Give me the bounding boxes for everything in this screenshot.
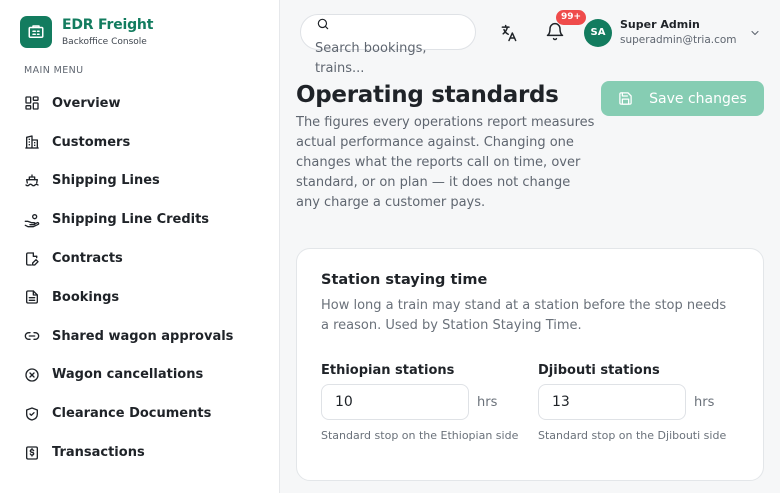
- sidebar-item-transactions[interactable]: Transactions: [0, 433, 280, 472]
- chevron-down-icon: [750, 30, 759, 35]
- field-hint: Standard stop on the Ethiopian side: [321, 429, 519, 442]
- search-input[interactable]: Search bookings, trains...: [315, 39, 465, 79]
- sidebar: EDR Freight Backoffice Console MAIN MENU…: [0, 0, 280, 493]
- brand-title: EDR Freight: [62, 17, 154, 33]
- building-icon: [24, 134, 40, 150]
- sidebar-item-contracts[interactable]: Contracts: [0, 239, 280, 278]
- avatar: SA: [584, 18, 612, 47]
- field-label: Ethiopian stations: [321, 363, 455, 378]
- sidebar-item-label: Shared wagon approvals: [52, 328, 234, 344]
- shield-check-icon: [24, 406, 40, 422]
- grid-icon: [24, 95, 40, 111]
- card-title: Station staying time: [321, 272, 488, 288]
- card-description: How long a train may stand at a station …: [321, 298, 727, 333]
- sidebar-item-label: Bookings: [52, 289, 120, 305]
- sidebar-item-label: Clearance Documents: [52, 406, 212, 422]
- sidebar-item-label: Overview: [52, 95, 121, 111]
- file-edit-icon: [24, 251, 40, 267]
- notification-badge: 99+: [556, 10, 587, 25]
- djibouti-stations-field: Djibouti stations hrs Standard stop on t…: [538, 362, 748, 444]
- field-unit: hrs: [694, 394, 715, 410]
- bell-icon[interactable]: [545, 22, 565, 42]
- save-icon: [619, 92, 632, 105]
- sidebar-item-wagon-cancellations[interactable]: Wagon cancellations: [0, 356, 280, 395]
- brand-subtitle: Backoffice Console: [62, 37, 147, 47]
- save-changes-button[interactable]: Save changes: [601, 81, 764, 116]
- user-menu[interactable]: SA Super Admin superadmin@tria.com: [584, 18, 761, 47]
- brand[interactable]: EDR Freight Backoffice Console: [20, 16, 153, 48]
- hand-coins-icon: [24, 212, 40, 228]
- ethiopian-stations-input[interactable]: [321, 384, 469, 420]
- user-name: Super Admin: [620, 18, 700, 31]
- sidebar-nav: Overview Customers Shipping Lines Shippi…: [0, 84, 280, 472]
- search-box[interactable]: Search bookings, trains...: [300, 14, 476, 76]
- djibouti-stations-input[interactable]: [538, 384, 686, 420]
- ship-icon: [24, 173, 40, 189]
- sidebar-item-customers[interactable]: Customers: [0, 123, 280, 162]
- sidebar-item-shipping-lines[interactable]: Shipping Lines: [0, 162, 280, 201]
- link-icon: [24, 328, 40, 344]
- file-text-icon: [24, 289, 40, 305]
- page-description: The figures every operations report meas…: [296, 115, 595, 210]
- sidebar-item-shipping-line-credits[interactable]: Shipping Line Credits: [0, 200, 280, 239]
- search-icon: [317, 18, 329, 30]
- sidebar-item-label: Contracts: [52, 251, 123, 267]
- page-title: Operating standards: [296, 82, 559, 108]
- field-hint: Standard stop on the Djibouti side: [538, 429, 727, 442]
- sidebar-item-label: Shipping Lines: [52, 173, 160, 189]
- sidebar-item-label: Customers: [52, 134, 131, 150]
- save-changes-label: Save changes: [649, 90, 747, 107]
- sidebar-item-label: Transactions: [52, 445, 145, 461]
- ethiopian-stations-field: Ethiopian stations hrs Standard stop on …: [321, 362, 531, 444]
- sidebar-item-bookings[interactable]: Bookings: [0, 278, 280, 317]
- main-menu-heading: MAIN MENU: [24, 65, 84, 76]
- sidebar-item-label: Shipping Line Credits: [52, 212, 210, 228]
- sidebar-item-overview[interactable]: Overview: [0, 84, 280, 123]
- translate-icon[interactable]: [498, 22, 520, 44]
- x-circle-icon: [24, 367, 40, 383]
- sidebar-item-shared-wagon-approvals[interactable]: Shared wagon approvals: [0, 317, 280, 356]
- sidebar-item-label: Wagon cancellations: [52, 367, 204, 383]
- sidebar-item-clearance-documents[interactable]: Clearance Documents: [0, 394, 280, 433]
- dollar-receipt-icon: [24, 445, 40, 461]
- brand-logo-icon: [20, 16, 52, 48]
- user-email: superadmin@tria.com: [620, 34, 737, 46]
- field-label: Djibouti stations: [538, 363, 660, 378]
- field-unit: hrs: [477, 394, 498, 410]
- station-staying-time-card: Station staying time How long a train ma…: [296, 248, 764, 481]
